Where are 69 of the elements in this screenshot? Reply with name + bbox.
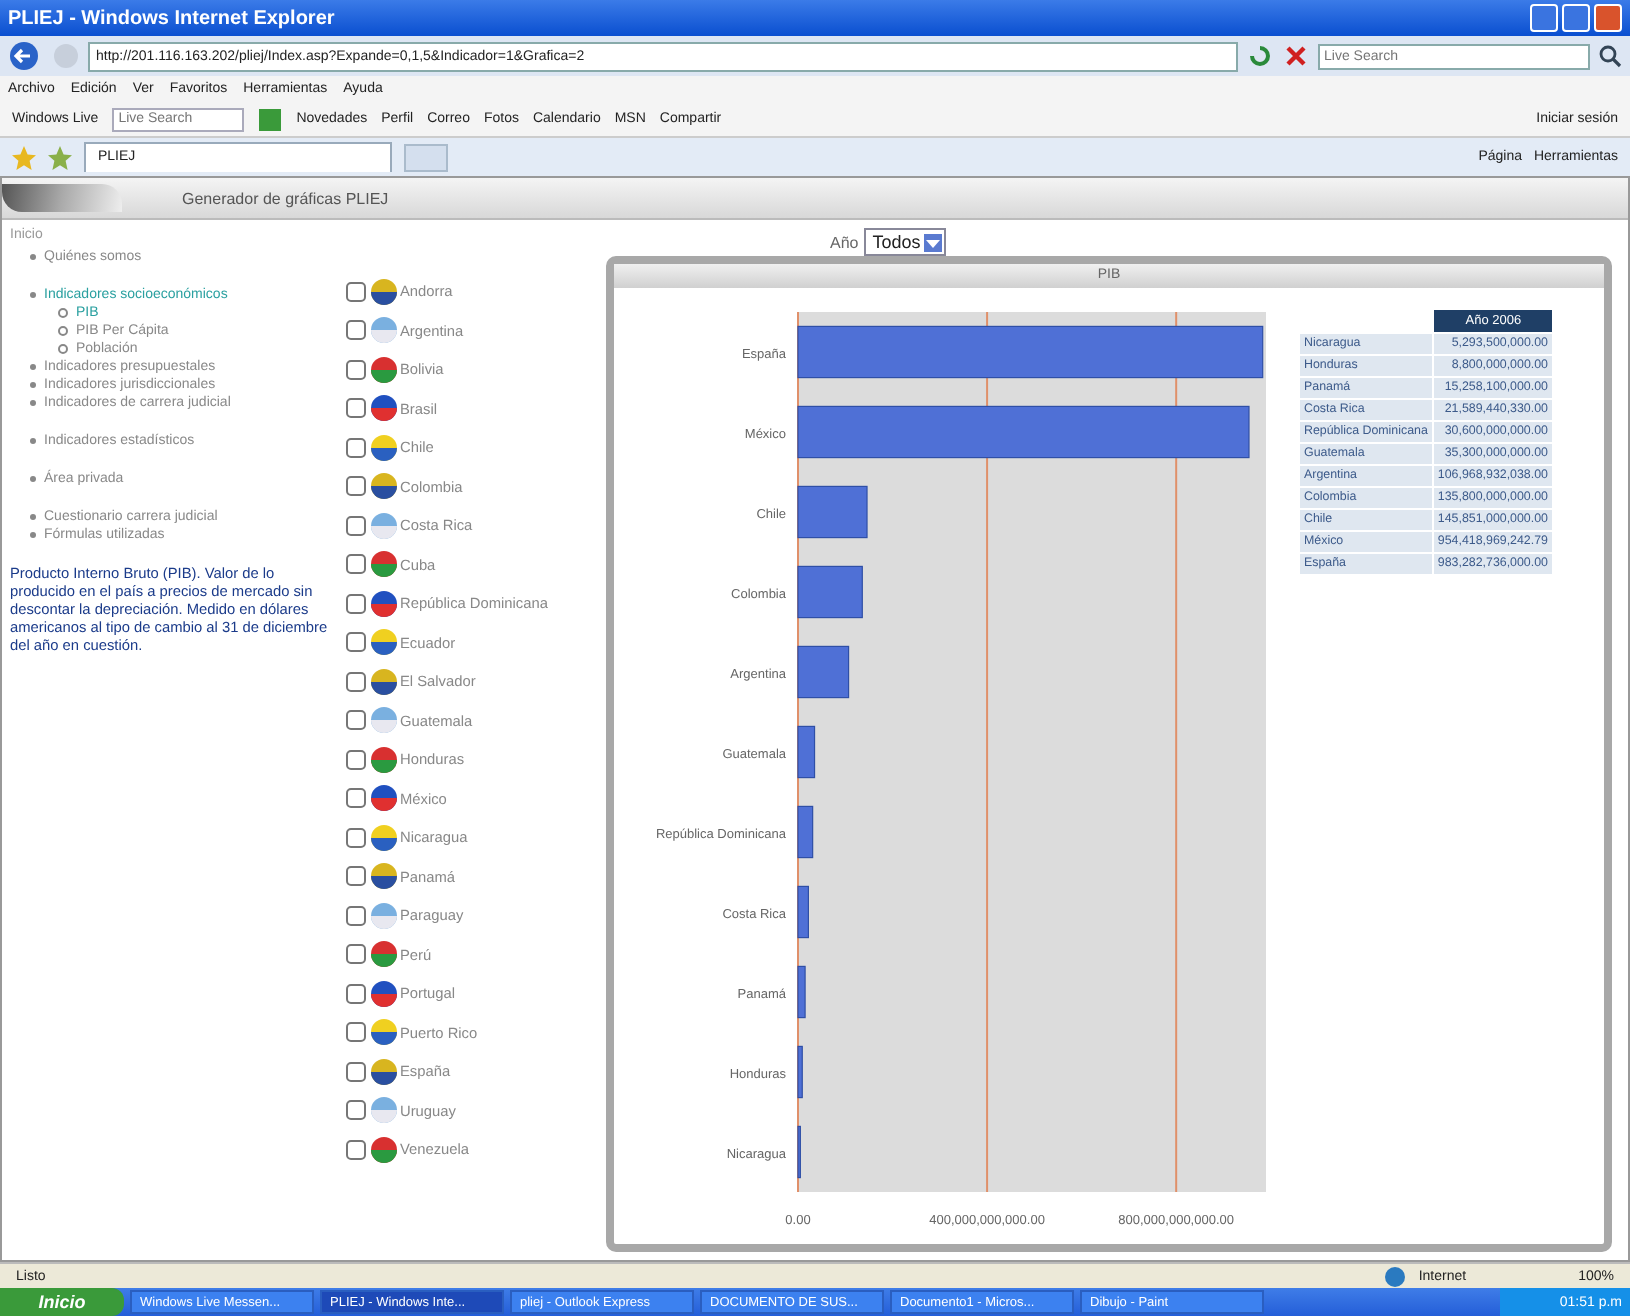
close-button[interactable] xyxy=(1594,4,1622,32)
country-checkbox[interactable] xyxy=(346,1139,366,1160)
country-checkbox[interactable] xyxy=(346,1022,366,1043)
flag-icon xyxy=(370,862,398,891)
flag-icon xyxy=(370,979,398,1008)
header-logo-drawing xyxy=(2,184,122,212)
close-icon[interactable] xyxy=(1282,42,1310,70)
country-checkbox[interactable] xyxy=(346,398,366,419)
country-checkbox[interactable] xyxy=(346,1100,366,1121)
country-checkbox[interactable] xyxy=(346,905,366,926)
bar xyxy=(797,965,806,1019)
flag-icon xyxy=(370,433,398,462)
flag-icon xyxy=(370,1135,398,1164)
country-checkbox[interactable] xyxy=(346,515,366,536)
minimize-button[interactable] xyxy=(1530,4,1558,32)
country-checkbox[interactable] xyxy=(346,359,366,380)
flag-icon xyxy=(370,940,398,969)
country-checkbox[interactable] xyxy=(346,320,366,341)
flag-icon xyxy=(370,784,398,813)
country-checkbox[interactable] xyxy=(346,632,366,653)
flag-icon xyxy=(370,745,398,774)
flag-icon xyxy=(370,901,398,930)
bar xyxy=(797,885,809,939)
country-checkbox[interactable] xyxy=(346,554,366,575)
bar xyxy=(797,1045,803,1099)
favorites-star-icon[interactable] xyxy=(12,145,36,169)
country-checkbox[interactable] xyxy=(346,788,366,809)
country-checkbox[interactable] xyxy=(346,944,366,965)
flag-icon xyxy=(370,316,398,345)
flag-icon xyxy=(370,667,398,696)
back-icon[interactable] xyxy=(8,40,44,72)
year-label: Año xyxy=(830,233,859,251)
flag-icon xyxy=(370,394,398,423)
year-select[interactable]: Todos xyxy=(864,228,947,256)
flag-icon xyxy=(370,355,398,384)
maximize-button[interactable] xyxy=(1562,4,1590,32)
flag-icon xyxy=(370,1057,398,1086)
flag-icon xyxy=(370,823,398,852)
flag-icon xyxy=(370,472,398,501)
country-checkbox[interactable] xyxy=(346,866,366,887)
window-title: PLIEJ - Windows Internet Explorer xyxy=(8,7,335,29)
country-checkbox[interactable] xyxy=(346,827,366,848)
flag-icon xyxy=(370,511,398,540)
country-checkbox[interactable] xyxy=(346,437,366,458)
page-title: Generador de gráficas PLIEJ xyxy=(182,189,389,207)
country-checkbox[interactable] xyxy=(346,749,366,770)
bar xyxy=(797,645,850,699)
country-checkbox[interactable] xyxy=(346,1061,366,1082)
country-checkbox[interactable] xyxy=(346,710,366,731)
country-checkbox[interactable] xyxy=(346,983,366,1004)
bar xyxy=(797,725,816,779)
bar xyxy=(797,565,863,619)
country-checkbox[interactable] xyxy=(346,281,366,302)
flag-icon xyxy=(370,550,398,579)
start-button[interactable]: Inicio xyxy=(0,1288,124,1316)
country-checkbox[interactable] xyxy=(346,671,366,692)
flag-icon xyxy=(370,589,398,618)
flag-icon xyxy=(370,1096,398,1125)
bar xyxy=(797,805,814,859)
refresh-icon[interactable] xyxy=(1246,42,1274,70)
bar xyxy=(797,485,868,539)
flag-icon xyxy=(370,628,398,657)
country-checkbox[interactable] xyxy=(346,593,366,614)
flag-icon xyxy=(370,1018,398,1047)
globe-icon xyxy=(1384,1265,1407,1287)
country-checkbox[interactable] xyxy=(346,476,366,497)
flag-icon xyxy=(370,706,398,735)
dropdown-arrow-icon xyxy=(924,233,943,251)
flag-icon xyxy=(370,277,398,306)
